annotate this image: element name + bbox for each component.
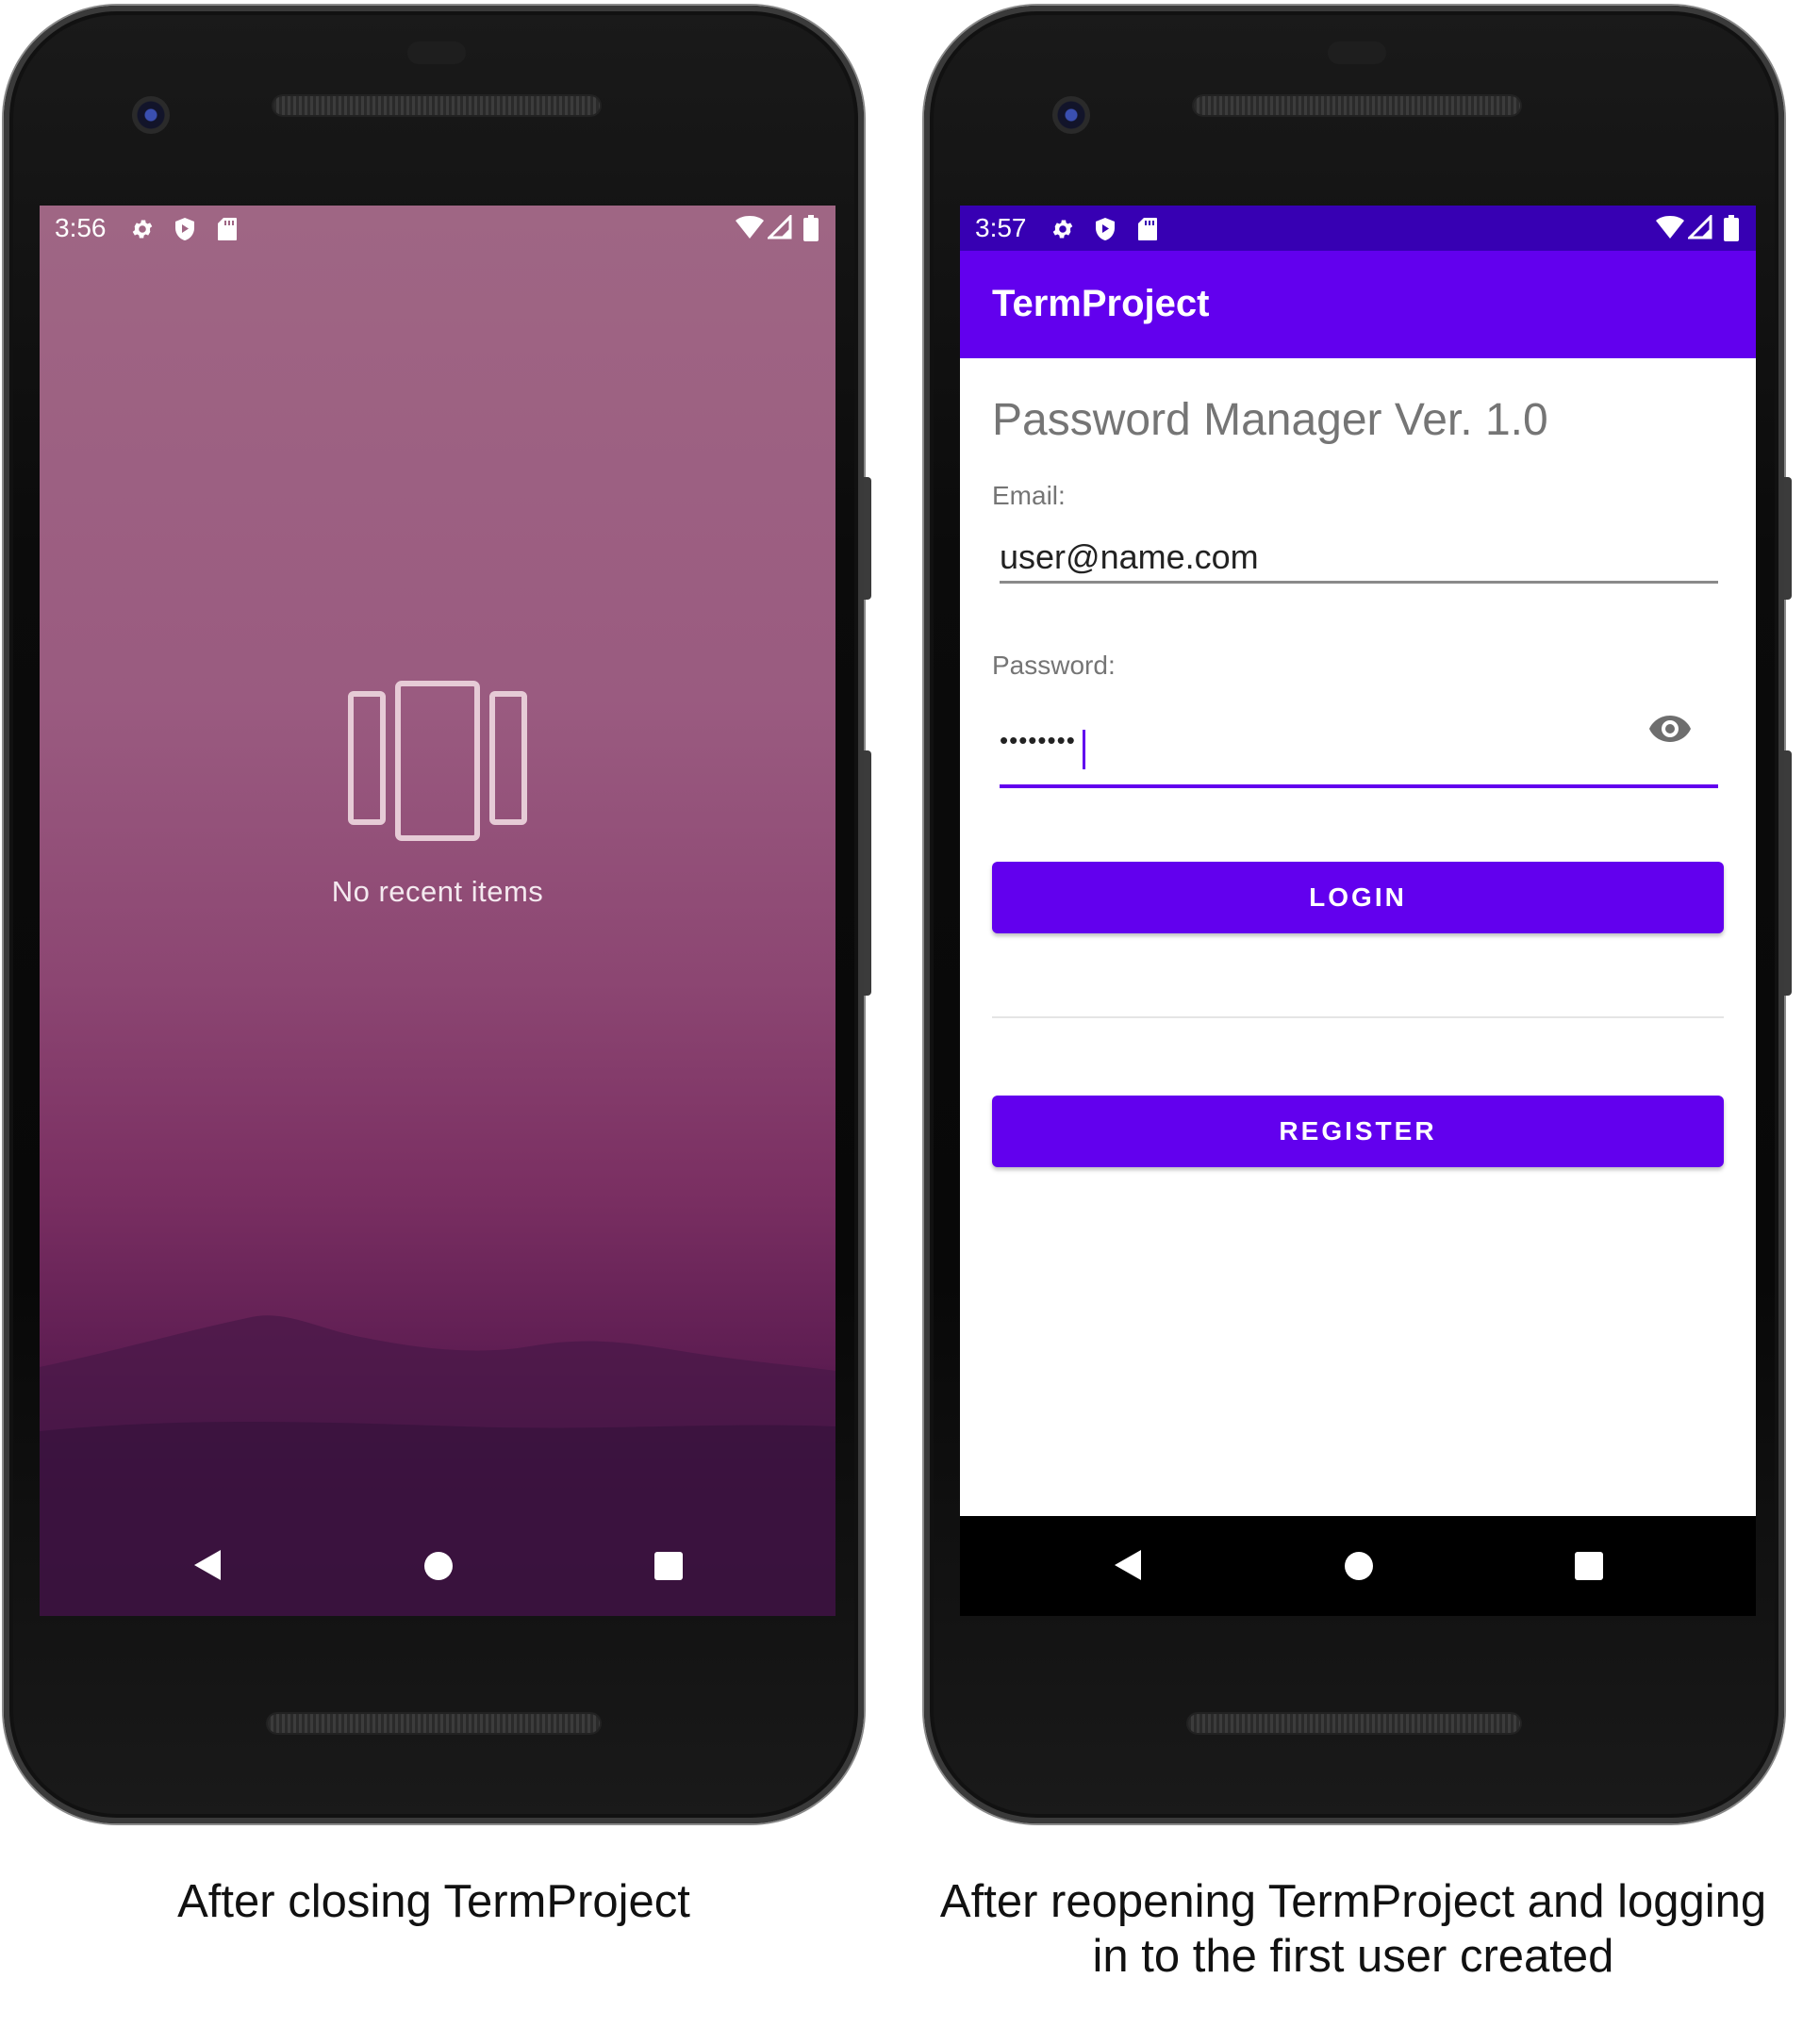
top-sensor <box>1328 41 1386 64</box>
right-phone-frame: 3:57 TermProject Password Manager Ver. 1… <box>924 6 1792 1823</box>
shield-icon <box>1096 218 1115 240</box>
password-field[interactable]: •••••••• <box>1000 726 1076 755</box>
page-title: Password Manager Ver. 1.0 <box>992 395 1548 445</box>
text-cursor <box>1083 730 1085 769</box>
right-caption: After reopening TermProject and logging … <box>905 1874 1801 1984</box>
battery-icon <box>1724 215 1739 241</box>
password-underline <box>1000 784 1718 788</box>
right-caption-line1: After reopening TermProject and logging <box>939 1876 1767 1927</box>
recents-icon[interactable] <box>654 1552 683 1580</box>
status-bar: 3:57 <box>960 206 1756 251</box>
wifi-icon <box>736 216 764 239</box>
home-icon[interactable] <box>1345 1552 1373 1580</box>
register-button[interactable]: REGISTER <box>992 1096 1724 1167</box>
earpiece-speaker <box>273 96 600 115</box>
status-time: 3:57 <box>975 213 1027 242</box>
login-button[interactable]: LOGIN <box>992 862 1724 933</box>
back-icon[interactable] <box>1113 1548 1141 1582</box>
sd-card-icon <box>1138 218 1157 240</box>
divider <box>992 1016 1724 1018</box>
email-underline <box>1000 581 1718 584</box>
app-bar: TermProject <box>960 251 1756 358</box>
no-recent-items-text: No recent items <box>331 875 544 908</box>
recents-empty-icon <box>348 681 527 841</box>
right-caption-line2: in to the first user created <box>1092 1931 1614 1982</box>
navigation-bar <box>960 1516 1756 1616</box>
status-time: 3:56 <box>55 213 107 242</box>
app-title: TermProject <box>992 283 1210 324</box>
visibility-icon[interactable] <box>1648 715 1692 743</box>
bottom-speaker <box>1188 1714 1520 1733</box>
power-button <box>1784 477 1792 600</box>
earpiece-speaker <box>1194 96 1520 115</box>
signal-icon <box>768 215 792 239</box>
right-screen: 3:57 TermProject Password Manager Ver. 1… <box>960 206 1756 1616</box>
bottom-speaker <box>268 1714 600 1733</box>
mountain-silhouette <box>40 1315 835 1616</box>
email-field[interactable]: user@name.com <box>1000 537 1259 577</box>
battery-icon <box>803 215 819 241</box>
left-screen: 3:56 No recent items <box>40 206 835 1616</box>
volume-button <box>1784 750 1792 996</box>
password-label: Password: <box>992 651 1116 680</box>
left-caption: After closing TermProject <box>47 1874 820 1929</box>
top-sensor <box>407 41 466 64</box>
shield-icon <box>175 218 194 240</box>
back-icon[interactable] <box>192 1548 221 1582</box>
settings-icon <box>1052 220 1073 239</box>
left-phone-frame: 3:56 No recent items <box>4 6 871 1823</box>
navigation-bar <box>40 1512 835 1616</box>
power-button <box>864 477 871 600</box>
volume-button <box>864 750 871 996</box>
sd-card-icon <box>218 218 237 240</box>
settings-icon <box>132 220 153 239</box>
wifi-icon <box>1656 216 1684 239</box>
status-bar: 3:56 <box>40 206 835 251</box>
wallpaper <box>40 206 835 1616</box>
left-caption-text: After closing TermProject <box>177 1876 690 1927</box>
signal-icon <box>1688 215 1712 239</box>
recents-icon[interactable] <box>1575 1552 1603 1580</box>
front-camera <box>1052 96 1090 134</box>
front-camera <box>132 96 170 134</box>
home-icon[interactable] <box>424 1552 453 1580</box>
email-label: Email: <box>992 481 1066 510</box>
